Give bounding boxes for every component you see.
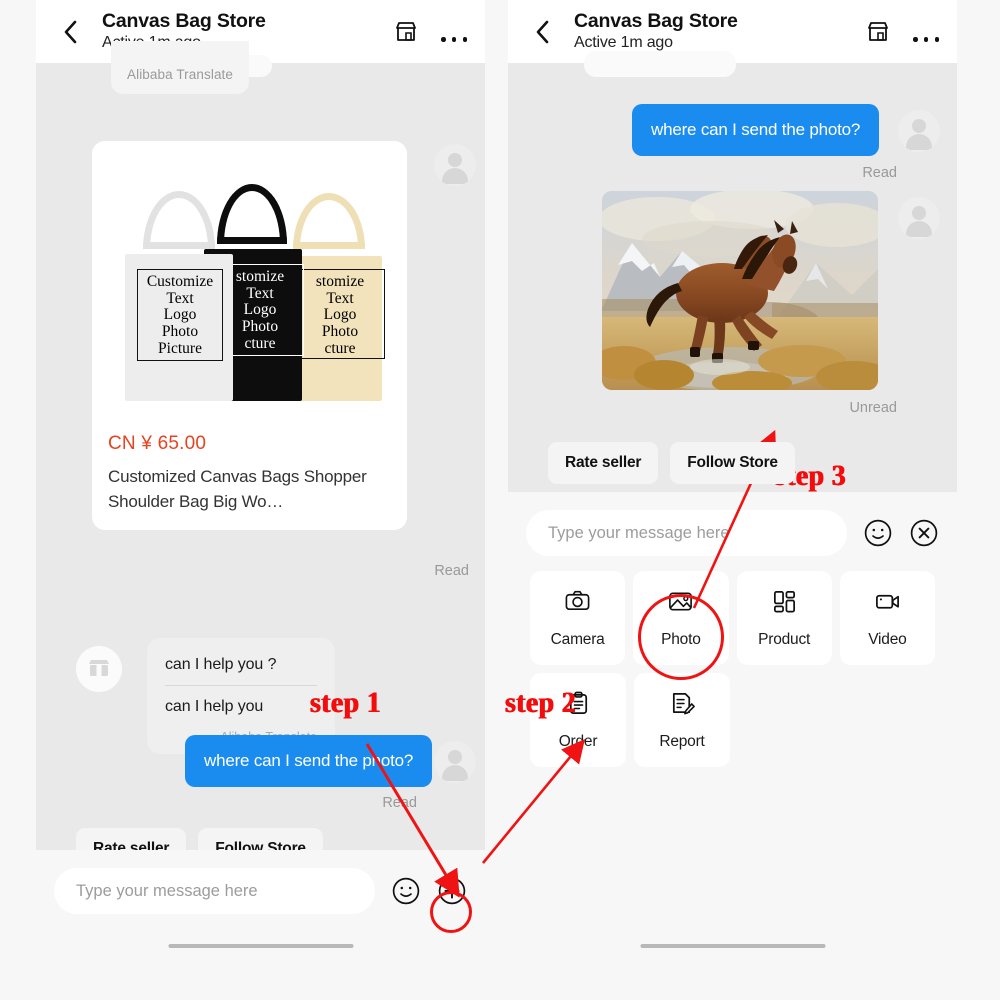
camera-icon — [564, 588, 591, 620]
attachment-order[interactable]: Order — [530, 673, 626, 767]
quick-actions-right: Rate seller Follow Store — [548, 442, 795, 484]
translate-chip: Alibaba Translate — [111, 41, 250, 94]
user-read-receipt: Read — [862, 165, 897, 181]
avatar-body — [442, 765, 468, 781]
header-actions — [393, 19, 467, 45]
photo-read-receipt: Unread — [849, 400, 897, 416]
right-phone-screen: Canvas Bag Store Active 1m ago where can… — [508, 0, 957, 968]
page-title: Canvas Bag Store — [574, 10, 738, 32]
chat-header-left: Canvas Bag Store Active 1m ago — [36, 0, 485, 63]
clipboard-icon — [565, 690, 592, 722]
back-icon[interactable] — [530, 19, 556, 45]
avatar-body — [906, 134, 932, 150]
canvas-bag-white: Customize Text Logo Photo Picture — [125, 191, 233, 401]
product-image: stomize Text Logo Photo cture stomize Text… — [92, 141, 407, 419]
page-title: Canvas Bag Store — [102, 10, 266, 32]
video-camera-icon — [874, 588, 901, 620]
left-phone-screen: Canvas Bag Store Active 1m ago Alibaba T… — [36, 0, 485, 968]
header-text-block: Canvas Bag Store Active 1m ago — [574, 10, 865, 53]
more-horizontal-icon[interactable] — [441, 22, 467, 42]
product-read-receipt: Read — [434, 563, 469, 579]
attachment-video[interactable]: Video — [839, 571, 935, 665]
attachment-row-2: Order Report — [530, 673, 935, 767]
avatar — [898, 197, 940, 239]
home-indicator — [640, 944, 825, 948]
message-composer-right — [508, 492, 957, 574]
avatar — [434, 144, 476, 186]
product-card[interactable]: stomize Text Logo Photo cture stomize Text… — [92, 141, 407, 530]
seller-avatar — [76, 646, 122, 692]
message-composer-left — [36, 850, 485, 932]
avatar-head — [448, 750, 462, 764]
attachment-product[interactable]: Product — [736, 571, 832, 665]
plus-circle-icon[interactable] — [437, 876, 467, 906]
product-title: Customized Canvas Bags Shopper Shoulder … — [108, 467, 367, 511]
chat-thread-left: Alibaba Translate stomize Text Logo Photo… — [36, 41, 485, 870]
seller-message-line2: can I help you — [165, 698, 264, 715]
active-status: Active 1m ago — [574, 34, 673, 51]
avatar — [898, 110, 940, 152]
attachment-photo[interactable]: Photo — [633, 571, 729, 665]
partial-bubble-top — [584, 51, 736, 77]
user-read-receipt: Read — [382, 795, 417, 811]
back-icon[interactable] — [58, 19, 84, 45]
attachment-label: Report — [659, 732, 705, 750]
user-message-bubble: where can I send the photo? — [185, 735, 433, 787]
home-indicator — [168, 944, 353, 948]
storefront-icon[interactable] — [865, 19, 891, 45]
attachment-panel: Camera Photo Product Video Order Report — [508, 571, 957, 775]
smiley-icon[interactable] — [391, 876, 421, 906]
product-price: CN ¥ 65.00 — [108, 433, 207, 454]
avatar — [434, 741, 476, 783]
attachment-report[interactable]: Report — [634, 673, 730, 767]
attachment-label: Camera — [550, 630, 605, 648]
storefront-icon[interactable] — [393, 19, 419, 45]
attachment-label: Product — [758, 630, 811, 648]
attachment-row-1: Camera Photo Product Video — [530, 571, 935, 665]
avatar-body — [906, 221, 932, 237]
avatar-body — [442, 168, 468, 184]
avatar-head — [448, 153, 462, 167]
header-actions — [865, 19, 939, 45]
photo-message[interactable] — [602, 191, 878, 390]
image-icon — [667, 588, 694, 620]
seller-message-line1: can I help you ? — [165, 656, 277, 673]
attachment-label: Video — [868, 630, 907, 648]
more-horizontal-icon[interactable] — [913, 22, 939, 42]
composer-zone-left — [36, 850, 485, 968]
avatar-head — [912, 119, 926, 133]
avatar-head — [912, 206, 926, 220]
smiley-icon[interactable] — [863, 518, 893, 548]
chat-thread-right: where can I send the photo? Read Unread — [508, 51, 957, 433]
document-edit-icon — [669, 690, 696, 722]
message-input[interactable] — [54, 868, 375, 914]
user-message-bubble: where can I send the photo? — [632, 104, 880, 156]
attachment-camera[interactable]: Camera — [530, 571, 626, 665]
close-circle-icon[interactable] — [909, 518, 939, 548]
attachment-label: Photo — [661, 630, 701, 648]
message-input[interactable] — [526, 510, 847, 556]
follow-store-button[interactable]: Follow Store — [670, 442, 795, 484]
grid-layout-icon — [771, 588, 798, 620]
attachment-label: Order — [558, 732, 598, 750]
rate-seller-button[interactable]: Rate seller — [548, 442, 659, 484]
